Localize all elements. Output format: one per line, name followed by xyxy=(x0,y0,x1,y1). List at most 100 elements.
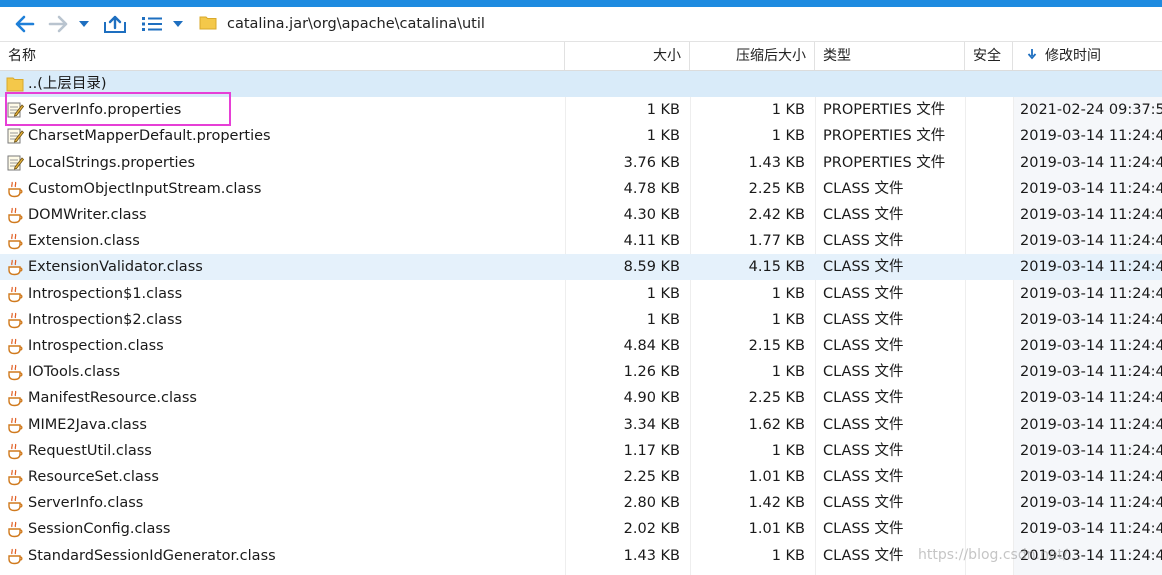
column-header-security[interactable]: 安全 xyxy=(965,42,1013,70)
file-type: CLASS 文件 xyxy=(823,207,904,223)
file-row[interactable]: LocalStrings.properties 3.76 KB 1.43 KB PRO… xyxy=(0,150,1162,176)
file-row[interactable]: DOMWriter.class 4.30 KB 2.42 KB CLASS 文件 201… xyxy=(0,202,1162,228)
view-mode-button[interactable] xyxy=(138,11,166,37)
file-name: LocalStrings.properties xyxy=(28,154,196,171)
file-size: 1.43 KB xyxy=(623,547,680,564)
name-cell: RequestUtil.class xyxy=(6,438,562,464)
file-name: MIME2Java.class xyxy=(28,416,147,433)
security-cell xyxy=(965,254,1013,280)
name-cell: LocalStrings.properties xyxy=(6,150,562,176)
name-cell: Introspection$2.class xyxy=(6,307,562,333)
file-name: CustomObjectInputStream.class xyxy=(28,180,262,197)
column-header-type[interactable]: 类型 xyxy=(815,42,965,70)
security-cell xyxy=(965,307,1013,333)
java-class-icon xyxy=(6,442,24,460)
folder-icon xyxy=(6,75,24,93)
java-class-icon xyxy=(6,180,24,198)
file-size: 2.25 KB xyxy=(623,469,680,485)
modified-time: 2019-03-14 11:24:44 xyxy=(1020,390,1162,407)
modified-time: 2019-03-14 11:24:44 xyxy=(1020,469,1162,485)
file-row[interactable]: ServerInfo.class 2.80 KB 1.42 KB CLASS 文件 20… xyxy=(0,490,1162,516)
view-dropdown-button[interactable] xyxy=(170,11,186,37)
file-name: ManifestResource.class xyxy=(28,390,197,407)
properties-file-icon xyxy=(6,154,24,172)
security-cell xyxy=(965,228,1013,254)
compressed-size: 2.25 KB xyxy=(748,180,805,197)
file-size: 2.80 KB xyxy=(623,495,680,512)
properties-file-icon xyxy=(6,101,24,119)
column-header-size[interactable]: 大小 xyxy=(565,42,690,70)
file-type: CLASS 文件 xyxy=(823,547,904,564)
history-dropdown-button[interactable] xyxy=(76,11,92,37)
java-class-icon xyxy=(6,311,24,329)
file-type: CLASS 文件 xyxy=(823,233,904,250)
modified-time: 2019-03-14 11:24:44 xyxy=(1020,311,1162,328)
file-row[interactable]: Introspection$1.class 1 KB 1 KB CLASS 文件 201… xyxy=(0,281,1162,307)
java-class-icon xyxy=(6,232,24,250)
file-row[interactable]: RequestUtil.class 1.17 KB 1 KB CLASS 文件 2019… xyxy=(0,438,1162,464)
parent-directory-row[interactable]: ..(上层目录) xyxy=(0,71,1162,97)
forward-arrow-icon xyxy=(48,15,68,33)
compressed-size: 1 KB xyxy=(771,364,805,381)
file-row[interactable]: ManifestResource.class 4.90 KB 2.25 KB CLAS… xyxy=(0,385,1162,411)
name-cell: StandardSessionIdGenerator.class xyxy=(6,543,562,569)
file-row[interactable]: ExtensionValidator.class 8.59 KB 4.15 KB CL… xyxy=(0,254,1162,281)
file-type: CLASS 文件 xyxy=(823,180,904,197)
compressed-size: 1.01 KB xyxy=(748,521,805,538)
file-row[interactable]: Introspection.class 4.84 KB 2.15 KB CLASS 文… xyxy=(0,333,1162,359)
modified-time: 2019-03-14 11:24:44 xyxy=(1020,416,1162,433)
column-header-name[interactable]: 名称 xyxy=(0,42,565,70)
security-cell xyxy=(965,97,1013,123)
file-row[interactable]: Extension.class 4.11 KB 1.77 KB CLASS 文件 201… xyxy=(0,228,1162,254)
name-cell: ExtensionValidator.class xyxy=(6,254,562,280)
file-name: CharsetMapperDefault.properties xyxy=(28,128,271,145)
file-row[interactable]: MIME2Java.class 3.34 KB 1.62 KB CLASS 文件 201… xyxy=(0,412,1162,438)
file-type: PROPERTIES 文件 xyxy=(823,128,946,145)
folder-icon xyxy=(199,13,217,35)
modified-time: 2019-03-14 11:24:44 xyxy=(1020,180,1162,197)
file-type: PROPERTIES 文件 xyxy=(823,102,946,119)
compressed-size: 1.62 KB xyxy=(748,416,805,433)
file-list: ..(上层目录) ServerInfo.properties 1 KB 1 KB PR… xyxy=(0,71,1162,575)
column-header-compressed[interactable]: 压缩后大小 xyxy=(690,42,815,70)
sort-down-arrow-icon xyxy=(1027,42,1037,70)
file-row[interactable]: SessionConfig.class 2.02 KB 1.01 KB CLASS 文… xyxy=(0,516,1162,542)
file-name: Extension.class xyxy=(28,233,140,250)
compressed-size: 1.01 KB xyxy=(748,469,805,485)
file-row[interactable]: CustomObjectInputStream.class 4.78 KB 2.25… xyxy=(0,176,1162,202)
name-cell: Introspection.class xyxy=(6,333,562,359)
java-class-icon xyxy=(6,416,24,434)
modified-time: 2019-03-14 11:24:44 xyxy=(1020,285,1162,302)
security-cell xyxy=(965,438,1013,464)
up-folder-button[interactable] xyxy=(100,11,130,37)
java-class-icon xyxy=(6,258,24,276)
file-type: CLASS 文件 xyxy=(823,469,904,485)
security-cell xyxy=(965,516,1013,542)
forward-button[interactable] xyxy=(44,11,72,37)
file-row[interactable]: Introspection$2.class 1 KB 1 KB CLASS 文件 201… xyxy=(0,307,1162,333)
security-cell xyxy=(965,123,1013,149)
file-row[interactable]: IOTools.class 1.26 KB 1 KB CLASS 文件 2019-03-… xyxy=(0,359,1162,385)
security-cell xyxy=(965,385,1013,411)
modified-time: 2019-03-14 11:24:46 xyxy=(1020,128,1162,145)
security-cell xyxy=(965,202,1013,228)
modified-time: 2019-03-14 11:24:44 xyxy=(1020,259,1162,276)
file-row[interactable]: ServerInfo.properties 1 KB 1 KB PROPERTIES … xyxy=(0,97,1162,123)
file-size: 1 KB xyxy=(646,102,680,119)
address-bar[interactable]: catalina.jar\org\apache\catalina\util xyxy=(193,10,1162,38)
modified-time: 2019-03-14 11:24:44 xyxy=(1020,521,1162,538)
compressed-size: 1 KB xyxy=(771,128,805,145)
file-row[interactable]: StandardSessionIdGenerator.class 1.43 KB 1… xyxy=(0,543,1162,569)
back-button[interactable] xyxy=(10,11,40,37)
file-type: CLASS 文件 xyxy=(823,259,904,276)
file-row[interactable]: ResourceSet.class 2.25 KB 1.01 KB CLASS 文件 2… xyxy=(0,464,1162,490)
file-row[interactable]: CharsetMapperDefault.properties 1 KB 1 KB P… xyxy=(0,123,1162,149)
file-name: Introspection$1.class xyxy=(28,285,183,302)
java-class-icon xyxy=(6,468,24,486)
java-class-icon xyxy=(6,285,24,303)
java-class-icon xyxy=(6,363,24,381)
column-header-modified[interactable]: 修改时间 xyxy=(1013,42,1162,70)
compressed-size: 2.42 KB xyxy=(748,207,805,223)
file-name: DOMWriter.class xyxy=(28,207,147,223)
up-folder-icon xyxy=(104,15,126,33)
